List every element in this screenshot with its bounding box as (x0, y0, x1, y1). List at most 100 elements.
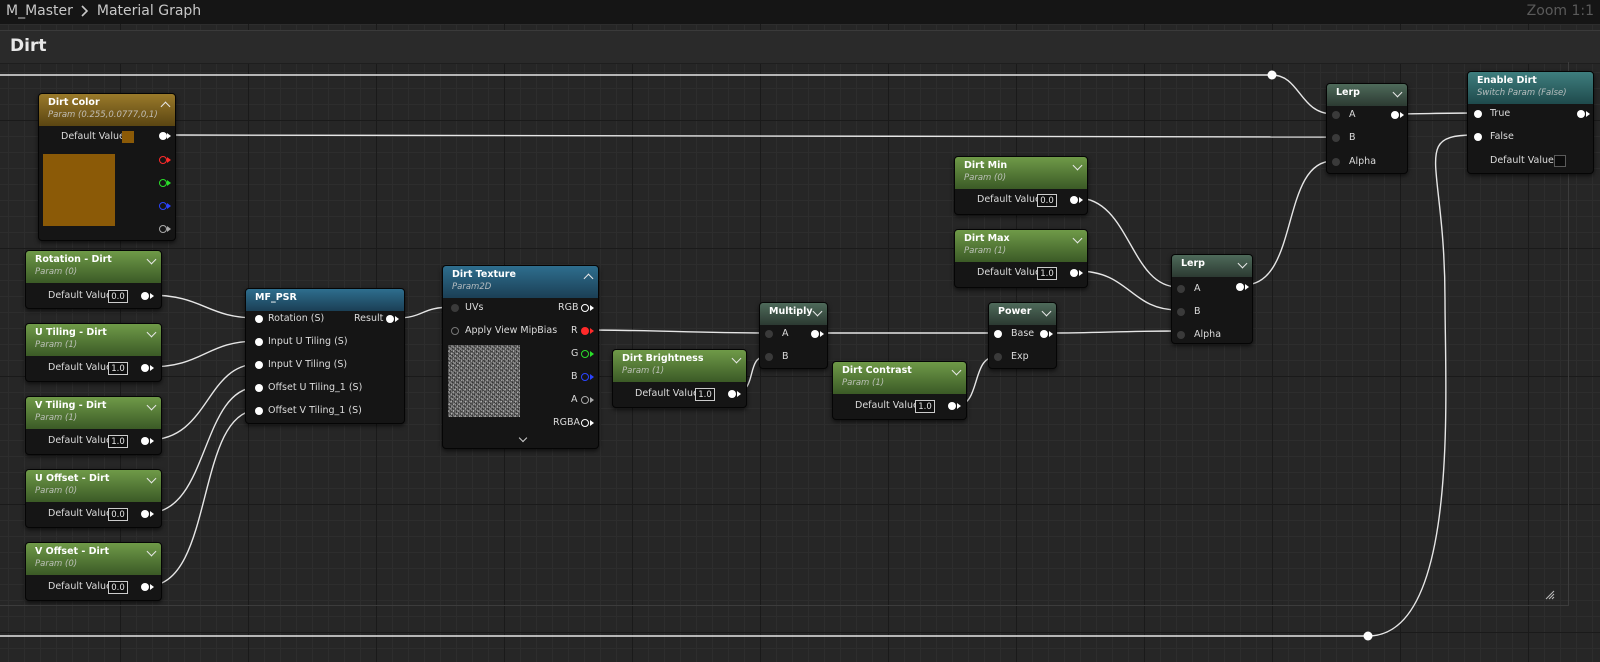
output-pin[interactable] (1577, 110, 1585, 118)
node-enable-dirt[interactable]: Enable Dirt Switch Param (False) True Fa… (1467, 71, 1594, 174)
output-pin-rgb[interactable] (581, 304, 589, 312)
default-value-checkbox[interactable] (1554, 155, 1566, 167)
input-pin-alpha[interactable] (1177, 331, 1185, 339)
output-arrow (167, 133, 171, 139)
node-u-offset-dirt[interactable]: U Offset - Dirt Param (0) Default Value … (25, 469, 162, 528)
output-pin-g[interactable] (159, 179, 167, 187)
input-pin-uvs[interactable] (451, 304, 459, 312)
output-pin-result[interactable] (386, 315, 394, 323)
output-pin[interactable] (1040, 330, 1048, 338)
input-pin-mipbias[interactable] (451, 327, 459, 335)
node-dirt-min[interactable]: Dirt Min Param (0) Default Value 0.0 (954, 156, 1088, 215)
node-power[interactable]: Power Base Exp (988, 302, 1057, 369)
node-v-offset-dirt[interactable]: V Offset - Dirt Param (0) Default Value … (25, 542, 162, 601)
input-pin-true[interactable] (1474, 110, 1482, 118)
input-label: Alpha (1349, 156, 1377, 167)
comment-box-header[interactable]: Dirt (0, 30, 1600, 64)
node-dirt-max[interactable]: Dirt Max Param (1) Default Value 1.0 (954, 229, 1088, 288)
default-value-field[interactable]: 0.0 (108, 290, 128, 303)
node-dirt-brightness[interactable]: Dirt Brightness Param (1) Default Value … (612, 349, 747, 408)
input-pin-rotation[interactable] (255, 315, 263, 323)
input-label: B (1349, 132, 1356, 143)
output-pin[interactable] (948, 402, 956, 410)
output-pin-g[interactable] (581, 350, 589, 358)
input-pin-a[interactable] (765, 330, 773, 338)
default-value-field[interactable]: 1.0 (695, 388, 715, 401)
default-value-field[interactable]: 1.0 (1037, 267, 1057, 280)
comment-title[interactable]: Dirt (10, 36, 46, 56)
color-swatch[interactable] (122, 131, 134, 143)
default-value-field[interactable]: 0.0 (1037, 194, 1057, 207)
output-arrow (167, 226, 171, 232)
output-pin-rgba[interactable] (581, 419, 589, 427)
default-value-field[interactable]: 0.0 (108, 581, 128, 594)
input-pin-base[interactable] (994, 330, 1002, 338)
input-label: A (1194, 283, 1201, 294)
input-pin-false[interactable] (1474, 133, 1482, 141)
node-title: Enable Dirt (1477, 75, 1537, 86)
input-pin-b[interactable] (765, 353, 773, 361)
output-pin[interactable] (811, 330, 819, 338)
input-pin-b[interactable] (1332, 134, 1340, 142)
output-pin[interactable] (1070, 196, 1078, 204)
chevron-right-icon (81, 5, 89, 17)
input-label: Offset V Tiling_1 (S) (268, 405, 362, 416)
output-arrow (167, 157, 171, 163)
default-value-field[interactable]: 1.0 (915, 400, 935, 413)
output-pin[interactable] (141, 292, 149, 300)
output-pin-r[interactable] (581, 327, 589, 335)
output-pin[interactable] (1391, 111, 1399, 119)
output-pin[interactable] (1236, 283, 1244, 291)
chevron-down-icon[interactable] (518, 433, 528, 443)
input-pin-a[interactable] (1177, 285, 1185, 293)
output-arrow (1079, 197, 1083, 203)
output-pin-b[interactable] (159, 202, 167, 210)
input-pin-alpha[interactable] (1332, 158, 1340, 166)
input-pin-exp[interactable] (994, 353, 1002, 361)
breadcrumb: M_Master Material Graph (6, 3, 201, 19)
node-dirt-color[interactable]: Dirt Color Param (0.255,0.0777,0,1) Defa… (38, 93, 176, 241)
output-pin[interactable] (728, 390, 736, 398)
default-value-field[interactable]: 1.0 (108, 362, 128, 375)
output-arrow (590, 328, 594, 334)
breadcrumb-graph[interactable]: Material Graph (97, 3, 201, 19)
output-pin[interactable] (141, 437, 149, 445)
input-pin-b[interactable] (1177, 308, 1185, 316)
breadcrumb-asset[interactable]: M_Master (6, 3, 73, 19)
input-label: Input V Tiling (S) (268, 359, 348, 370)
input-pin-a[interactable] (1332, 111, 1340, 119)
input-pin-u-tiling[interactable] (255, 338, 263, 346)
output-pin-b[interactable] (581, 373, 589, 381)
output-pin-rgb[interactable] (159, 132, 167, 140)
output-pin-a[interactable] (581, 396, 589, 404)
node-dirt-contrast[interactable]: Dirt Contrast Param (1) Default Value 1.… (832, 361, 967, 420)
node-lerp-outer[interactable]: Lerp A B Alpha (1326, 83, 1408, 174)
output-pin[interactable] (141, 364, 149, 372)
node-multiply[interactable]: Multiply A B (759, 302, 828, 369)
node-title: Dirt Texture (452, 269, 516, 280)
input-label: False (1490, 131, 1514, 142)
node-mf-psr[interactable]: MF_PSR Rotation (S) Result Input U Tilin… (245, 288, 405, 424)
output-pin-r[interactable] (159, 156, 167, 164)
output-arrow (590, 420, 594, 426)
material-graph-editor[interactable]: M_Master Material Graph Zoom 1:1 Dirt Di… (0, 0, 1600, 662)
output-pin[interactable] (141, 583, 149, 591)
input-pin-offset-v[interactable] (255, 407, 263, 415)
output-pin[interactable] (1070, 269, 1078, 277)
node-lerp-inner[interactable]: Lerp A B Alpha (1171, 254, 1253, 344)
output-pin[interactable] (141, 510, 149, 518)
default-value-label: Default Value (48, 581, 112, 592)
resize-grip-icon[interactable] (1545, 590, 1555, 600)
output-arrow (1079, 270, 1083, 276)
node-v-tiling-dirt[interactable]: V Tiling - Dirt Param (1) Default Value … (25, 396, 162, 455)
node-rotation-dirt[interactable]: Rotation - Dirt Param (0) Default Value … (25, 250, 162, 309)
input-label: B (1194, 306, 1201, 317)
node-title: Dirt Color (48, 97, 100, 108)
default-value-field[interactable]: 1.0 (108, 435, 128, 448)
input-pin-v-tiling[interactable] (255, 361, 263, 369)
default-value-field[interactable]: 0.0 (108, 508, 128, 521)
node-dirt-texture[interactable]: Dirt Texture Param2D UVs RGB Apply View … (442, 265, 599, 449)
input-pin-offset-u[interactable] (255, 384, 263, 392)
output-pin-a[interactable] (159, 225, 167, 233)
node-u-tiling-dirt[interactable]: U Tiling - Dirt Param (1) Default Value … (25, 323, 162, 382)
